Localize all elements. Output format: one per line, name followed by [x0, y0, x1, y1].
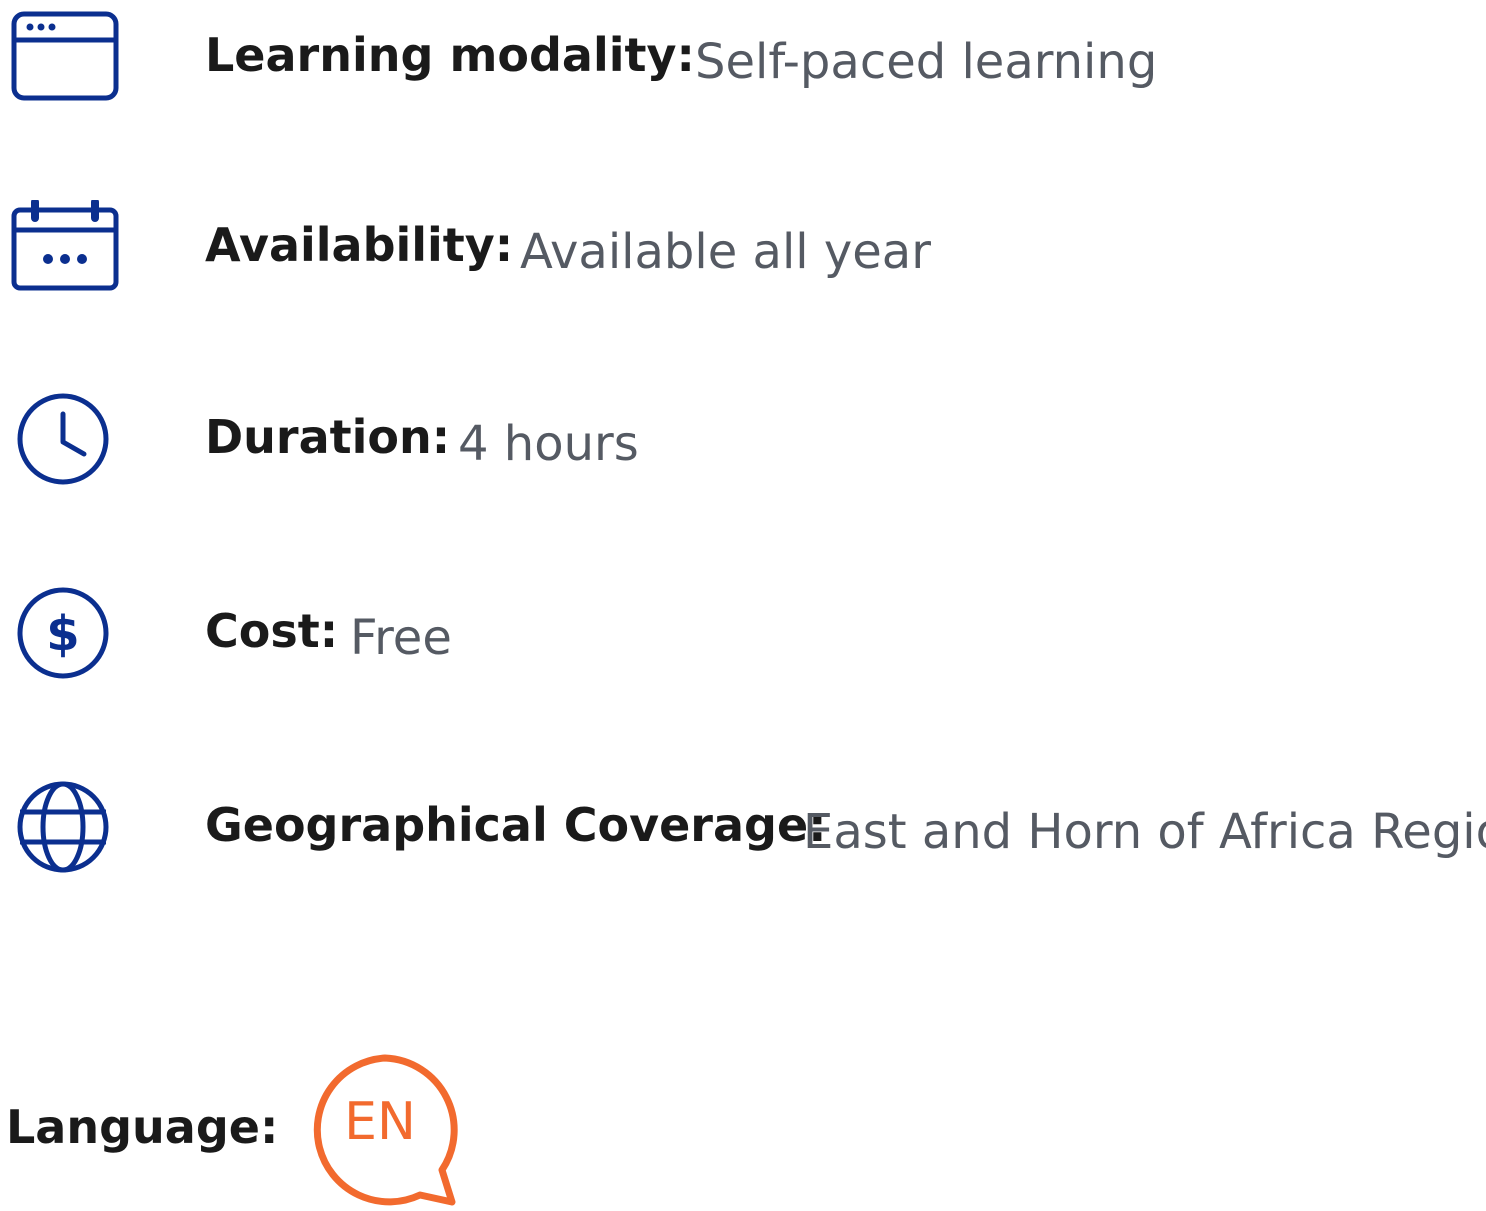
geographical-coverage-value: East and Horn of Africa Region — [803, 804, 1486, 860]
learning-modality-value: Self-paced learning — [695, 34, 1158, 90]
learning-modality-label: Learning modality: — [205, 28, 695, 82]
duration-value: 4 hours — [458, 416, 639, 472]
cost-value: Free — [350, 610, 452, 666]
detail-availability: Availability: Available all year — [0, 200, 1486, 300]
availability-value: Available all year — [520, 224, 931, 280]
globe-icon — [17, 781, 109, 873]
geographical-coverage-label: Geographical Coverage: — [205, 798, 827, 852]
browser-window-icon — [11, 11, 119, 101]
language-badge: EN — [300, 1050, 470, 1210]
dollar-icon: $ — [17, 587, 109, 679]
language-code: EN — [344, 1092, 416, 1152]
svg-text:$: $ — [46, 606, 79, 662]
detail-learning-modality: Learning modality: Self-paced learning — [0, 10, 1486, 110]
detail-duration: Duration: 4 hours — [0, 392, 1486, 492]
availability-label: Availability: — [205, 218, 514, 272]
language-label: Language: — [6, 1100, 279, 1154]
calendar-icon — [11, 200, 119, 291]
cost-label: Cost: — [205, 604, 339, 658]
detail-cost: $ Cost: Free — [0, 586, 1486, 686]
detail-geographical-coverage: Geographical Coverage: East and Horn of … — [0, 780, 1486, 880]
clock-icon — [17, 393, 109, 485]
duration-label: Duration: — [205, 410, 451, 464]
